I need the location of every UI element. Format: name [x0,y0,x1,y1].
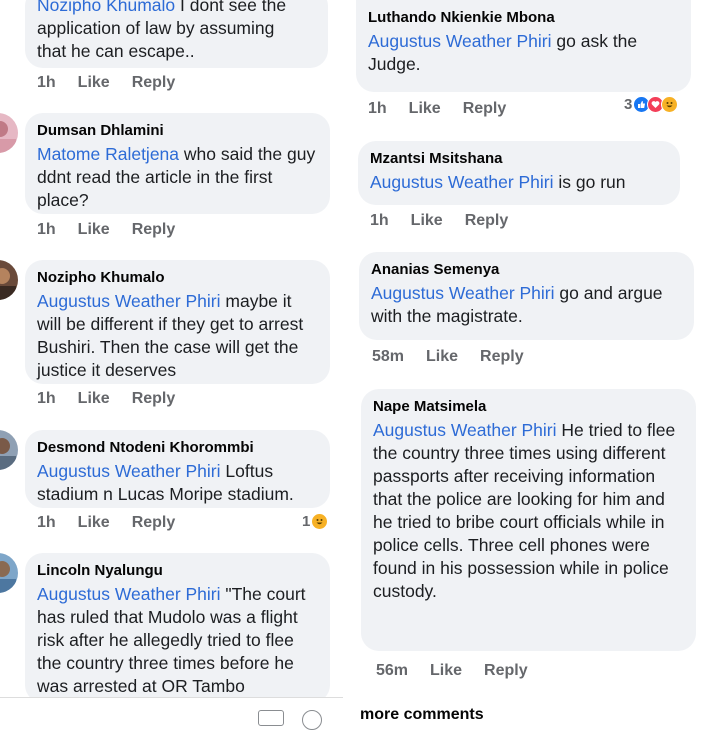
comment-bubble: Lincoln Nyalungu Augustus Weather Phiri … [25,553,330,703]
like-button[interactable]: Like [430,662,462,680]
avatar[interactable] [0,113,18,153]
reaction-count: 3 [624,96,633,113]
gif-icon[interactable] [258,710,284,726]
comment-author[interactable]: Nozipho Khumalo [37,268,318,288]
comment-bubble: Ananias Semenya Augustus Weather Phiri g… [359,252,694,340]
right-comment-column: Luthando Nkienkie Mbona Augustus Weather… [356,0,720,720]
comment-bubble: Luthando Nkienkie Mbona Augustus Weather… [356,0,691,92]
comment-bubble: Nozipho Khumalo I dont see the applicati… [25,0,328,68]
comment-time[interactable]: 1h [37,390,56,408]
comment-bubble: Desmond Ntodeni Khorommbi Augustus Weath… [25,430,330,508]
comment-author[interactable]: Ananias Semenya [371,260,682,280]
mention-link[interactable]: Augustus Weather Phiri [37,584,221,604]
mention-link[interactable]: Matome Raletjena [37,144,179,164]
like-button[interactable]: Like [78,74,110,92]
reply-button[interactable]: Reply [132,221,176,239]
reply-button[interactable]: Reply [132,514,176,532]
comment-actions: 58m Like Reply [372,348,524,366]
mention-link[interactable]: Augustus Weather Phiri [370,172,554,192]
comment-time[interactable]: 56m [376,662,408,680]
like-button[interactable]: Like [426,348,458,366]
comment-author[interactable]: Mzantsi Msitshana [370,149,668,169]
avatar[interactable] [0,553,18,593]
haha-icon [661,96,679,113]
comment-bubble: Mzantsi Msitshana Augustus Weather Phiri… [358,141,680,205]
reaction-summary[interactable]: 3 [624,96,679,113]
comment-actions: 1h Like Reply [37,74,175,92]
left-comment-column: Nozipho Khumalo I dont see the applicati… [0,0,343,730]
view-more-comments-link[interactable]: more comments [360,706,484,724]
comment-author-link[interactable]: Nozipho Khumalo [37,0,175,15]
avatar[interactable] [0,430,18,470]
mention-link[interactable]: Augustus Weather Phiri [37,461,221,481]
comment-actions: 56m Like Reply [376,662,528,680]
reply-button[interactable]: Reply [132,74,176,92]
comment-author[interactable]: Lincoln Nyalungu [37,561,318,581]
comment-bubble: Nape Matsimela Augustus Weather Phiri He… [361,389,696,651]
comment-author[interactable]: Desmond Ntodeni Khorommbi [37,438,318,458]
mention-link[interactable]: Augustus Weather Phiri [368,31,552,51]
like-button[interactable]: Like [409,100,441,118]
like-button[interactable]: Like [78,221,110,239]
haha-icon [311,513,329,530]
reaction-count: 1 [302,513,311,530]
comment-author[interactable]: Dumsan Dhlamini [37,121,318,141]
comment-time[interactable]: 1h [368,100,387,118]
comment-input-bar[interactable] [0,697,343,730]
comment-time[interactable]: 1h [37,514,56,532]
column-divider [343,0,356,720]
mention-link[interactable]: Augustus Weather Phiri [373,420,557,440]
comment-actions: 1h Like Reply [370,212,508,230]
reply-button[interactable]: Reply [465,212,509,230]
reply-button[interactable]: Reply [484,662,528,680]
mention-link[interactable]: Augustus Weather Phiri [371,283,555,303]
sticker-icon[interactable] [302,710,322,730]
reply-button[interactable]: Reply [463,100,507,118]
comment-actions: 1h Like Reply [37,221,175,239]
comment-bubble: Dumsan Dhlamini Matome Raletjena who sai… [25,113,330,214]
comment-bubble: Nozipho Khumalo Augustus Weather Phiri m… [25,260,330,384]
like-button[interactable]: Like [411,212,443,230]
comment-actions: 1h Like Reply [37,514,175,532]
avatar[interactable] [0,260,18,300]
comment-time[interactable]: 1h [370,212,389,230]
comment-time[interactable]: 1h [37,221,56,239]
comment-time[interactable]: 58m [372,348,404,366]
mention-link[interactable]: Augustus Weather Phiri [37,291,221,311]
comment-author[interactable]: Luthando Nkienkie Mbona [368,8,679,28]
comment-time[interactable]: 1h [37,74,56,92]
reaction-summary[interactable]: 1 [302,513,329,530]
comment-author[interactable]: Nape Matsimela [373,397,684,417]
comment-actions: 1h Like Reply [37,390,175,408]
like-button[interactable]: Like [78,390,110,408]
reply-button[interactable]: Reply [480,348,524,366]
reply-button[interactable]: Reply [132,390,176,408]
like-button[interactable]: Like [78,514,110,532]
comment-actions: 1h Like Reply [368,100,506,118]
